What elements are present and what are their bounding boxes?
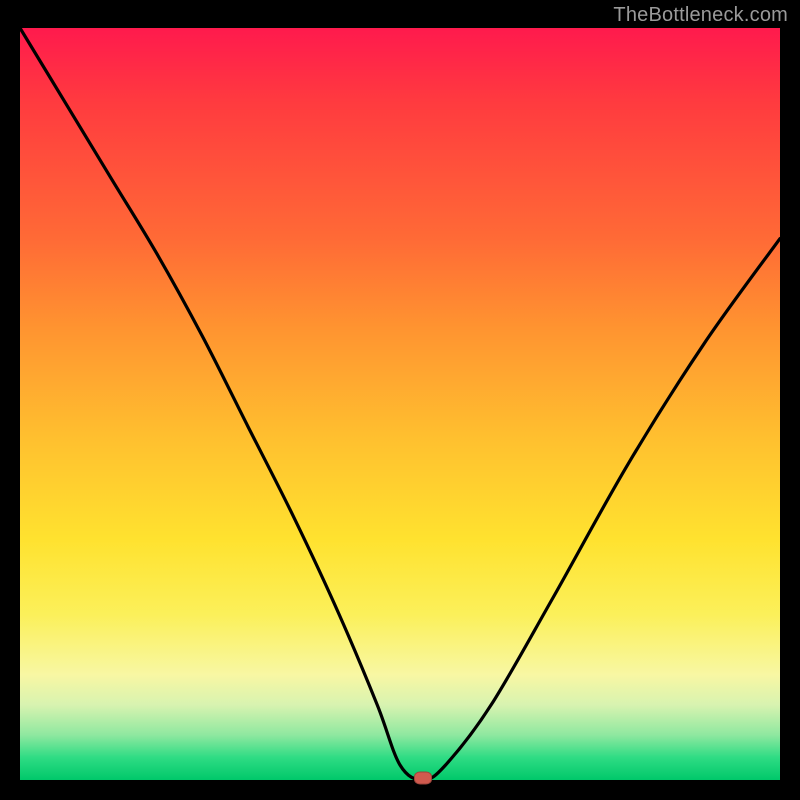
- watermark-text: TheBottleneck.com: [613, 4, 788, 27]
- bottleneck-curve: [20, 28, 780, 780]
- plot-area: [20, 28, 780, 780]
- optimal-point-marker: [414, 772, 432, 785]
- chart-stage: TheBottleneck.com: [0, 0, 800, 800]
- curve-svg: [20, 28, 780, 780]
